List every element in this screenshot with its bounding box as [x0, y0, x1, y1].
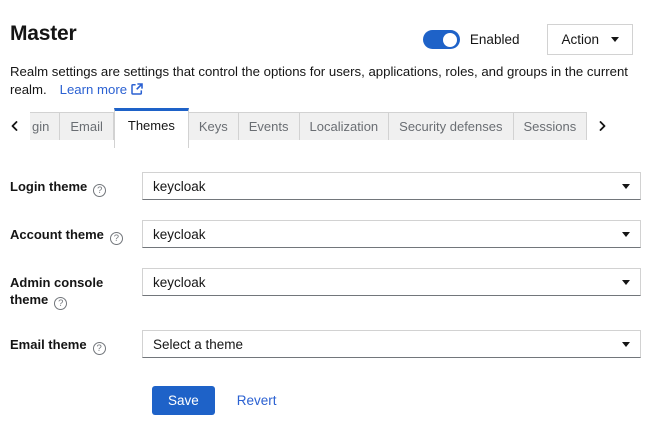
account-theme-value: keycloak: [153, 227, 206, 242]
form-actions: Save Revert: [152, 386, 641, 415]
login-theme-label: Login theme?: [10, 172, 142, 200]
tab-label: Email: [70, 119, 103, 134]
tab-label: Sessions: [524, 119, 577, 134]
revert-button[interactable]: Revert: [237, 393, 277, 408]
tab-themes[interactable]: Themes: [114, 108, 189, 148]
action-dropdown-label: Action: [561, 32, 599, 47]
field-account-theme: Account theme? keycloak: [10, 220, 641, 248]
caret-down-icon: [622, 342, 630, 347]
caret-down-icon: [622, 184, 630, 189]
chevron-right-icon: [596, 120, 608, 132]
tab-keys[interactable]: Keys: [189, 112, 239, 140]
realm-description: Realm settings are settings that control…: [0, 55, 655, 98]
enabled-toggle[interactable]: [423, 30, 460, 49]
caret-down-icon: [611, 37, 619, 42]
tab-events[interactable]: Events: [239, 112, 300, 140]
admin-console-theme-label: Admin console theme?: [10, 268, 142, 310]
account-theme-select[interactable]: keycloak: [142, 220, 641, 248]
admin-console-theme-select[interactable]: keycloak: [142, 268, 641, 296]
save-button[interactable]: Save: [152, 386, 215, 415]
tab-label: Themes: [128, 118, 175, 133]
email-theme-select[interactable]: Select a theme: [142, 330, 641, 358]
external-link-icon: [131, 83, 143, 95]
tab-sessions[interactable]: Sessions: [514, 112, 588, 140]
caret-down-icon: [622, 280, 630, 285]
action-dropdown-button[interactable]: Action: [547, 24, 633, 55]
email-theme-label: Email theme?: [10, 330, 142, 358]
tab-scroll-left-button[interactable]: [0, 112, 30, 140]
tab-login-partial[interactable]: gin: [30, 112, 60, 140]
tab-label: gin: [32, 119, 49, 134]
realm-settings-tabbar: gin Email Themes Keys Events Localizatio…: [0, 108, 655, 148]
caret-down-icon: [622, 232, 630, 237]
toggle-knob-icon: [443, 33, 457, 47]
help-icon[interactable]: ?: [54, 297, 67, 310]
field-admin-console-theme: Admin console theme? keycloak: [10, 268, 641, 310]
help-icon[interactable]: ?: [93, 342, 106, 355]
tab-localization[interactable]: Localization: [300, 112, 390, 140]
learn-more-link[interactable]: Learn more: [60, 82, 143, 97]
email-theme-value: Select a theme: [153, 337, 243, 352]
enabled-label: Enabled: [470, 32, 520, 47]
enabled-toggle-group: Enabled: [423, 30, 520, 49]
header-controls: Enabled Action: [423, 24, 633, 55]
page-header: Master Enabled Action: [0, 0, 655, 55]
tab-label: Security defenses: [399, 119, 502, 134]
label-text: Login theme: [10, 179, 87, 194]
tab-label: Keys: [199, 119, 228, 134]
chevron-left-icon: [9, 120, 21, 132]
label-text: Account theme: [10, 227, 104, 242]
help-icon[interactable]: ?: [93, 184, 106, 197]
account-theme-label: Account theme?: [10, 220, 142, 248]
login-theme-select[interactable]: keycloak: [142, 172, 641, 200]
tab-label: Localization: [310, 119, 379, 134]
learn-more-label: Learn more: [60, 82, 127, 97]
page-title: Master: [10, 22, 77, 46]
login-theme-value: keycloak: [153, 179, 206, 194]
tab-security-defenses[interactable]: Security defenses: [389, 112, 513, 140]
themes-form: Login theme? keycloak Account theme? key…: [0, 148, 655, 415]
field-login-theme: Login theme? keycloak: [10, 172, 641, 200]
field-email-theme: Email theme? Select a theme: [10, 330, 641, 358]
label-text: Email theme: [10, 337, 87, 352]
tab-label: Events: [249, 119, 289, 134]
help-icon[interactable]: ?: [110, 232, 123, 245]
admin-console-theme-value: keycloak: [153, 275, 206, 290]
tab-scroll-right-button[interactable]: [587, 112, 617, 140]
tab-email[interactable]: Email: [60, 112, 114, 140]
